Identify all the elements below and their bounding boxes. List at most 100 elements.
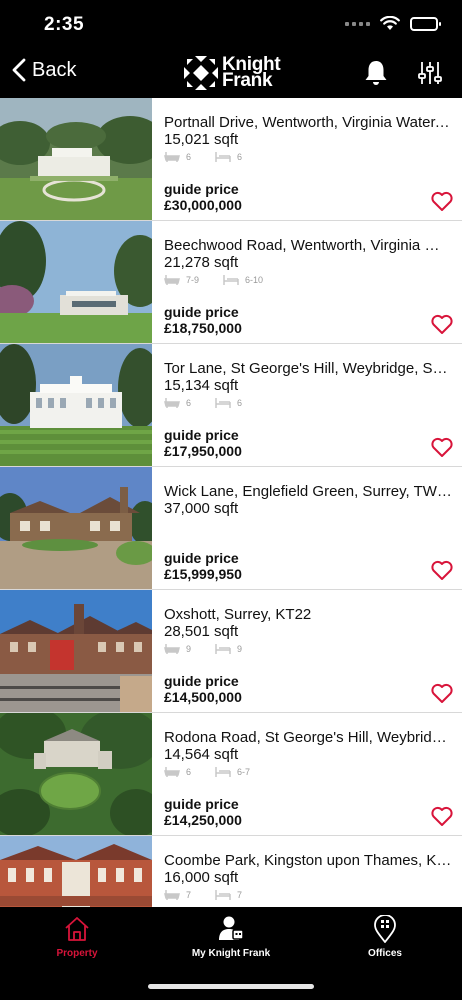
listing-row[interactable]: Wick Lane, Englefield Green, Surrey, TW2…	[0, 467, 462, 590]
listing-price: £30,000,000	[164, 197, 242, 213]
listing-price: £14,500,000	[164, 689, 242, 705]
price-label: guide price	[164, 673, 239, 689]
logo-line-2: Frank	[222, 70, 273, 91]
notifications-button[interactable]	[362, 58, 390, 88]
listing-price: £14,250,000	[164, 812, 242, 828]
price-label: guide price	[164, 550, 239, 566]
bed-icon	[215, 398, 231, 408]
listing-rooms: 6 6	[164, 151, 242, 163]
tab-label: Property	[56, 948, 98, 959]
bed-icon	[223, 275, 239, 285]
listing-photo	[0, 590, 152, 712]
bath-icon	[164, 152, 180, 162]
tab-my-knight-frank[interactable]: My Knight Frank	[154, 915, 308, 959]
bell-icon	[365, 61, 387, 85]
battery-icon	[410, 16, 441, 31]
listing-row[interactable]: Coombe Park, Kingston upon Thames, KT2 1…	[0, 836, 462, 907]
listing-row[interactable]: Tor Lane, St George's Hill, Weybridge, S…	[0, 344, 462, 467]
listing-address: Beechwood Road, Wentworth, Virginia Wate…	[164, 237, 452, 254]
logo-mark-icon	[184, 56, 218, 90]
listing-sqft: 21,278 sqft	[164, 254, 239, 271]
tab-label: My Knight Frank	[191, 948, 271, 959]
chevron-left-icon	[12, 58, 26, 82]
back-label: Back	[32, 58, 77, 81]
listing-photo	[0, 836, 152, 907]
back-button[interactable]: Back	[12, 58, 76, 82]
tab-label: Offices	[368, 948, 402, 959]
bath-icon	[164, 644, 180, 654]
heart-icon[interactable]	[430, 313, 454, 335]
bath-count: 6	[186, 152, 192, 162]
property-list: Portnall Drive, Wentworth, Virginia Wate…	[0, 98, 462, 907]
heart-icon[interactable]	[430, 436, 454, 458]
listing-rooms: 6 6	[164, 397, 242, 409]
listing-address: Portnall Drive, Wentworth, Virginia Wate…	[164, 114, 452, 131]
listing-row[interactable]: Beechwood Road, Wentworth, Virginia Wate…	[0, 221, 462, 344]
bed-count: 9	[237, 644, 243, 654]
price-label: guide price	[164, 304, 239, 320]
listing-rooms: 7 7	[164, 889, 242, 901]
heart-icon[interactable]	[430, 805, 454, 827]
bath-count: 9	[186, 644, 192, 654]
logo-text: Knight Frank	[222, 55, 281, 91]
listing-address: Tor Lane, St George's Hill, Weybridge, S…	[164, 360, 452, 377]
listing-row[interactable]: Portnall Drive, Wentworth, Virginia Wate…	[0, 98, 462, 221]
status-time: 2:35	[44, 14, 85, 35]
price-label: guide price	[164, 796, 239, 812]
filter-button[interactable]	[416, 58, 444, 88]
knight-frank-logo: Knight Frank	[184, 55, 281, 91]
bath-count: 7	[186, 890, 192, 900]
listing-sqft: 15,021 sqft	[164, 131, 239, 148]
nav-bar: Back Knight Frank	[0, 50, 462, 98]
listing-sqft: 16,000 sqft	[164, 869, 239, 886]
bed-count: 7	[237, 890, 243, 900]
bed-count: 6	[237, 152, 243, 162]
wifi-icon	[380, 16, 400, 30]
listing-address: Oxshott, Surrey, KT22	[164, 606, 312, 623]
listing-price: £15,999,950	[164, 566, 242, 582]
listing-price: £18,750,000	[164, 320, 242, 336]
listing-address: Wick Lane, Englefield Green, Surrey, TW2…	[164, 483, 452, 500]
bath-count: 7-9	[186, 275, 200, 285]
home-indicator	[148, 984, 314, 989]
listing-sqft: 37,000 sqft	[164, 500, 239, 517]
listing-sqft: 14,564 sqft	[164, 746, 239, 763]
listing-address: Coombe Park, Kingston upon Thames, KT2	[164, 852, 452, 869]
listing-row[interactable]: Oxshott, Surrey, KT22 28,501 sqft 9 9 gu…	[0, 590, 462, 713]
bath-count: 6	[186, 767, 192, 777]
account-icon	[219, 916, 244, 940]
heart-icon[interactable]	[430, 190, 454, 212]
listing-address: Rodona Road, St George's Hill, Weybridge…	[164, 729, 452, 746]
price-label: guide price	[164, 181, 239, 197]
tab-offices[interactable]: Offices	[308, 915, 462, 959]
listing-sqft: 15,134 sqft	[164, 377, 239, 394]
heart-icon[interactable]	[430, 559, 454, 581]
sliders-icon	[418, 62, 442, 84]
bath-icon	[164, 398, 180, 408]
house-icon	[65, 917, 89, 941]
listing-row[interactable]: Rodona Road, St George's Hill, Weybridge…	[0, 713, 462, 836]
bed-icon	[215, 767, 231, 777]
bed-count: 6-10	[245, 275, 264, 285]
status-icons	[345, 16, 441, 31]
bed-icon	[215, 644, 231, 654]
heart-icon[interactable]	[430, 682, 454, 704]
signal-icon	[345, 21, 370, 26]
listing-photo	[0, 713, 152, 835]
bath-icon	[164, 275, 180, 285]
listing-rooms: 7-9 6-10	[164, 274, 263, 286]
bed-icon	[215, 152, 231, 162]
bed-count: 6	[237, 398, 243, 408]
bath-icon	[164, 890, 180, 900]
listing-photo	[0, 344, 152, 466]
listing-price: £17,950,000	[164, 443, 242, 459]
bed-count: 6-7	[237, 767, 251, 777]
price-label: guide price	[164, 427, 239, 443]
bath-count: 6	[186, 398, 192, 408]
bath-icon	[164, 767, 180, 777]
tab-property[interactable]: Property	[0, 915, 154, 959]
office-pin-icon	[374, 915, 396, 943]
listing-photo	[0, 98, 152, 220]
listing-sqft: 28,501 sqft	[164, 623, 239, 640]
listing-photo	[0, 221, 152, 343]
